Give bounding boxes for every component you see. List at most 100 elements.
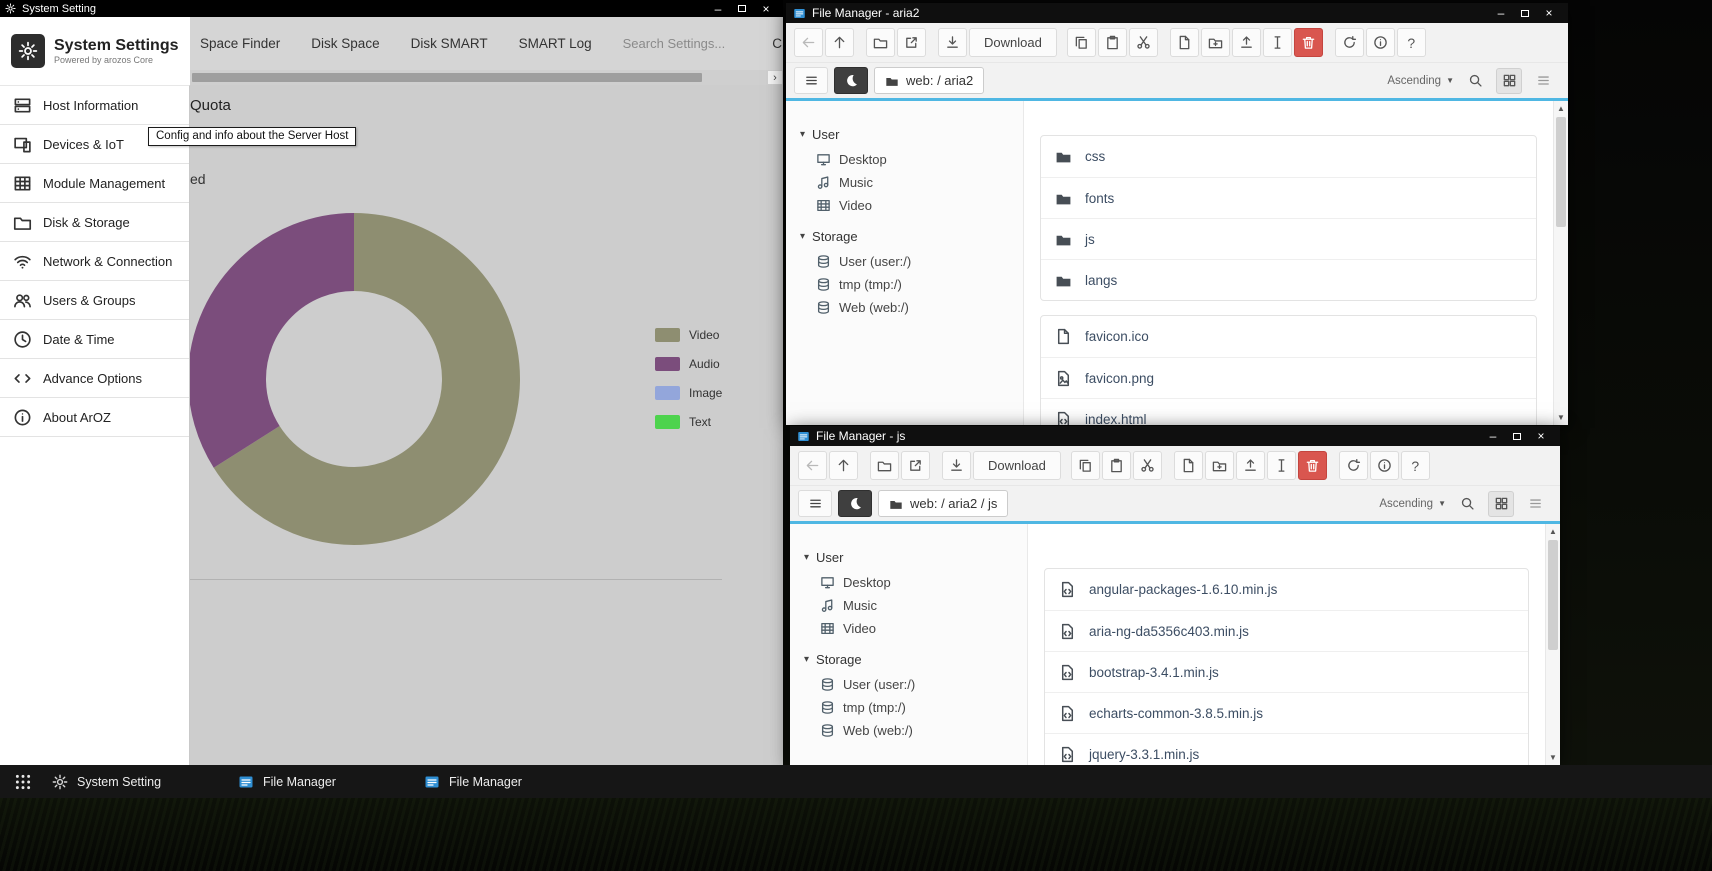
file-row-favicon-ico[interactable]: favicon.ico (1041, 316, 1536, 357)
open-in-new-window-button[interactable] (897, 28, 926, 57)
scrollbar-thumb[interactable] (1548, 540, 1558, 650)
paste-button[interactable] (1102, 451, 1131, 480)
scroll-down-button[interactable]: ▼ (1554, 413, 1568, 422)
minimize-button[interactable]: – (706, 0, 730, 17)
taskbar-item-file-manager-1[interactable]: File Manager (232, 765, 418, 798)
open-folder-button[interactable] (866, 28, 895, 57)
settings-search-input[interactable] (623, 36, 741, 51)
file-row-css[interactable]: css (1041, 136, 1536, 177)
scroll-up-button[interactable]: ▲ (1546, 527, 1560, 536)
sidebar-item-host-information[interactable]: Host Information (0, 86, 189, 125)
download-icon-button[interactable] (938, 28, 967, 57)
tree-item-desktop[interactable]: Desktop (790, 571, 1027, 594)
download-icon-button[interactable] (942, 451, 971, 480)
properties-button[interactable] (1366, 28, 1395, 57)
tab-disk-smart[interactable]: Disk SMART (411, 36, 488, 51)
breadcrumb[interactable]: web: / aria2 (874, 67, 984, 94)
file-row-favicon-png[interactable]: favicon.png (1041, 357, 1536, 398)
list-view-button[interactable] (1530, 68, 1556, 94)
app-launcher-button[interactable] (0, 765, 46, 798)
tree-item-web-drive[interactable]: Web (web:/) (790, 719, 1027, 742)
dark-mode-toggle[interactable] (834, 67, 868, 94)
download-button[interactable]: Download (973, 451, 1061, 480)
tab-clipped[interactable]: C (772, 36, 782, 51)
file-row-bootstrap[interactable]: bootstrap-3.4.1.min.js (1045, 651, 1528, 692)
maximize-button[interactable] (1505, 426, 1529, 446)
open-in-new-window-button[interactable] (901, 451, 930, 480)
file-row-jquery[interactable]: jquery-3.3.1.min.js (1045, 733, 1528, 765)
taskbar-item-file-manager-2[interactable]: File Manager (418, 765, 604, 798)
dark-mode-toggle[interactable] (838, 490, 872, 517)
tab-space-finder[interactable]: Space Finder (200, 36, 280, 51)
delete-button[interactable] (1294, 28, 1323, 57)
legend-item-video[interactable]: Video (655, 328, 722, 342)
close-button[interactable]: × (1537, 3, 1561, 23)
delete-button[interactable] (1298, 451, 1327, 480)
file-row-langs[interactable]: langs (1041, 259, 1536, 300)
scroll-up-button[interactable]: ▲ (1554, 104, 1568, 113)
help-button[interactable]: ? (1401, 451, 1430, 480)
tree-item-tmp-drive[interactable]: tmp (tmp:/) (786, 273, 1023, 296)
sidebar-item-disk-storage[interactable]: Disk & Storage (0, 203, 189, 242)
scrollbar-thumb[interactable] (1556, 117, 1566, 227)
tab-smart-log[interactable]: SMART Log (519, 36, 592, 51)
rename-button[interactable] (1263, 28, 1292, 57)
breadcrumb[interactable]: web: / aria2 / js (878, 490, 1008, 517)
new-folder-button[interactable] (1205, 451, 1234, 480)
sidebar-item-advance-options[interactable]: Advance Options (0, 359, 189, 398)
grid-view-button[interactable] (1488, 491, 1514, 517)
file-row-index-html[interactable]: index.html (1041, 398, 1536, 425)
tree-item-user-drive[interactable]: User (user:/) (790, 673, 1027, 696)
properties-button[interactable] (1370, 451, 1399, 480)
file-row-js[interactable]: js (1041, 218, 1536, 259)
file-row-angular[interactable]: angular-packages-1.6.10.min.js (1045, 569, 1528, 610)
file-row-aria-ng[interactable]: aria-ng-da5356c403.min.js (1045, 610, 1528, 651)
rename-button[interactable] (1267, 451, 1296, 480)
sidebar-item-users-groups[interactable]: Users & Groups (0, 281, 189, 320)
tree-item-user-drive[interactable]: User (user:/) (786, 250, 1023, 273)
tree-item-web-drive[interactable]: Web (web:/) (786, 296, 1023, 319)
upload-button[interactable] (1236, 451, 1265, 480)
download-button[interactable]: Download (969, 28, 1057, 57)
scroll-down-button[interactable]: ▼ (1546, 753, 1560, 762)
window-titlebar[interactable]: File Manager - aria2 – × (786, 3, 1568, 23)
back-button[interactable] (794, 28, 823, 57)
sidebar-item-network-connection[interactable]: Network & Connection (0, 242, 189, 281)
legend-item-image[interactable]: Image (655, 386, 722, 400)
tree-section-storage[interactable]: ▾ Storage (790, 648, 1027, 673)
new-file-button[interactable] (1170, 28, 1199, 57)
tree-section-storage[interactable]: ▾ Storage (786, 225, 1023, 250)
maximize-button[interactable] (1513, 3, 1537, 23)
new-folder-button[interactable] (1201, 28, 1230, 57)
vertical-scrollbar[interactable]: ▲ ▼ (1545, 524, 1560, 765)
taskbar-item-system-setting[interactable]: System Setting (46, 765, 232, 798)
tree-item-video[interactable]: Video (790, 617, 1027, 640)
sidebar-item-date-time[interactable]: Date & Time (0, 320, 189, 359)
paste-button[interactable] (1098, 28, 1127, 57)
tree-section-user[interactable]: ▾ User (790, 546, 1027, 571)
tree-item-music[interactable]: Music (790, 594, 1027, 617)
tree-item-music[interactable]: Music (786, 171, 1023, 194)
tree-item-video[interactable]: Video (786, 194, 1023, 217)
copy-button[interactable] (1067, 28, 1096, 57)
copy-button[interactable] (1071, 451, 1100, 480)
list-view-button[interactable] (1522, 491, 1548, 517)
help-button[interactable]: ? (1397, 28, 1426, 57)
tree-item-tmp-drive[interactable]: tmp (tmp:/) (790, 696, 1027, 719)
minimize-button[interactable]: – (1481, 426, 1505, 446)
sort-dropdown[interactable]: Ascending ▼ (1387, 75, 1454, 87)
tab-disk-space[interactable]: Disk Space (311, 36, 379, 51)
sidebar-item-module-management[interactable]: Module Management (0, 164, 189, 203)
up-button[interactable] (829, 451, 858, 480)
vertical-scrollbar[interactable]: ▲ ▼ (1553, 101, 1568, 425)
refresh-button[interactable] (1339, 451, 1368, 480)
legend-item-audio[interactable]: Audio (655, 357, 722, 371)
maximize-button[interactable] (730, 0, 754, 17)
cut-button[interactable] (1129, 28, 1158, 57)
menu-button[interactable] (798, 490, 832, 517)
open-folder-button[interactable] (870, 451, 899, 480)
legend-item-text[interactable]: Text (655, 415, 722, 429)
tree-section-user[interactable]: ▾ User (786, 123, 1023, 148)
tabs-horizontal-scrollbar[interactable]: › (190, 70, 783, 85)
scroll-right-button[interactable]: › (768, 71, 782, 84)
